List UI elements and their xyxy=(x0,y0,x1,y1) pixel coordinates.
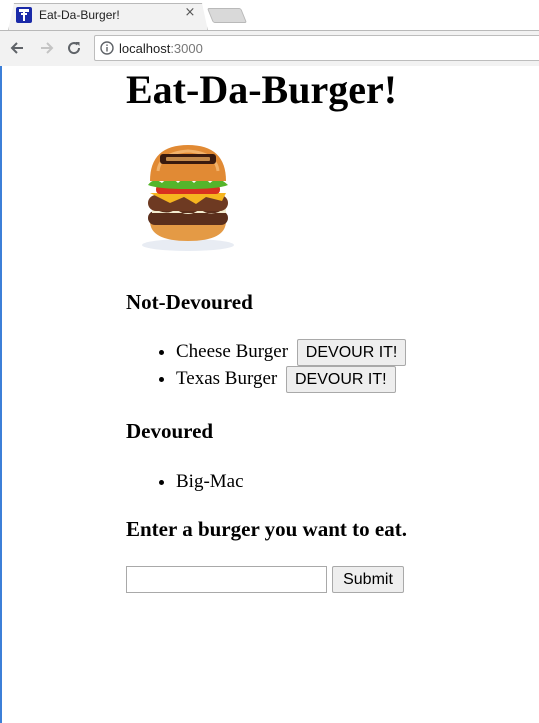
favicon-icon xyxy=(16,7,32,23)
forward-arrow-icon[interactable] xyxy=(36,37,58,59)
burger-image xyxy=(136,141,240,253)
burger-name: Big-Mac xyxy=(176,471,244,492)
form-heading: Enter a burger you want to eat. xyxy=(126,517,407,541)
list-item: Big-Mac xyxy=(176,468,244,495)
burger-name: Texas Burger xyxy=(176,368,278,389)
devoured-heading: Devoured xyxy=(126,419,214,443)
list-item: Cheese Burger DEVOUR IT! xyxy=(176,338,407,367)
window-edge xyxy=(0,66,2,723)
new-tab-button[interactable] xyxy=(206,8,248,23)
list-item: Texas Burger DEVOUR IT! xyxy=(176,365,406,394)
info-icon[interactable] xyxy=(100,41,114,55)
page-title: Eat-Da-Burger! xyxy=(126,67,398,112)
address-bar[interactable]: localhost:3000 xyxy=(94,35,539,61)
tab-title: Eat-Da-Burger! xyxy=(39,8,120,22)
url-host: localhost xyxy=(119,41,171,56)
reload-icon[interactable] xyxy=(63,37,85,59)
submit-button[interactable]: Submit xyxy=(332,566,404,593)
url-text: localhost:3000 xyxy=(119,41,203,56)
burger-name: Cheese Burger xyxy=(176,341,289,362)
devoured-list: Big-Mac xyxy=(126,468,244,495)
browser-chrome: Eat-Da-Burger! × localhost:3000 xyxy=(0,0,539,66)
not-devoured-heading: Not-Devoured xyxy=(126,290,253,314)
devour-button[interactable]: DEVOUR IT! xyxy=(296,339,407,367)
close-tab-icon[interactable]: × xyxy=(183,6,197,20)
back-arrow-icon[interactable] xyxy=(6,37,28,59)
devour-button[interactable]: DEVOUR IT! xyxy=(285,366,396,394)
tab-strip: Eat-Da-Burger! × xyxy=(0,0,539,31)
burger-name-input[interactable] xyxy=(126,566,327,593)
browser-toolbar: localhost:3000 xyxy=(0,30,539,66)
not-devoured-list: Cheese Burger DEVOUR IT! Texas Burger DE… xyxy=(126,338,407,394)
url-port: :3000 xyxy=(170,41,203,56)
